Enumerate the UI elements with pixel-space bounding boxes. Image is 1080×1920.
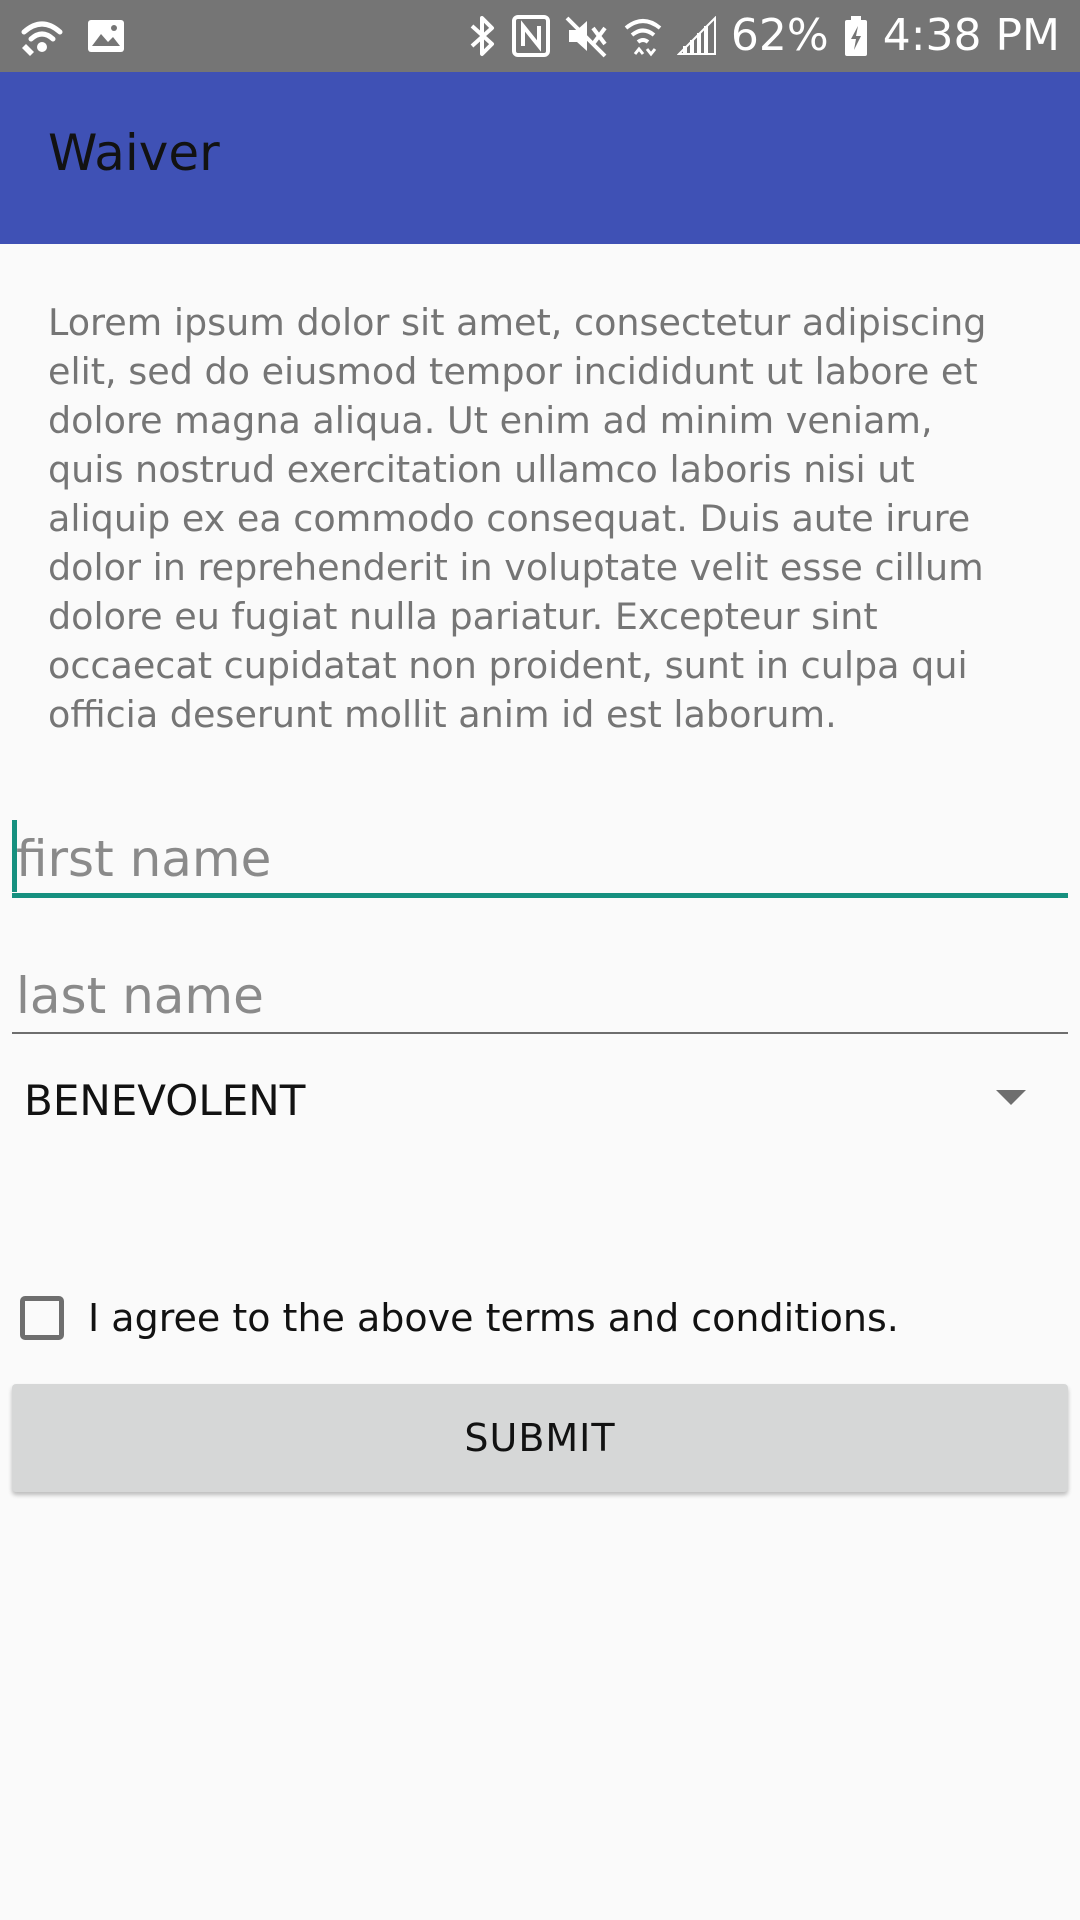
battery-charging-icon	[843, 14, 869, 58]
battery-percent: 62%	[730, 10, 829, 61]
status-bar: 62% 4:38 PM	[0, 0, 1080, 72]
last-name-input[interactable]	[12, 960, 1068, 1034]
nfc-icon	[511, 14, 551, 58]
clock: 4:38 PM	[882, 10, 1060, 61]
spinner-selected-value: BENEVOLENT	[24, 1076, 306, 1125]
bluetooth-icon	[467, 14, 497, 58]
text-cursor	[12, 820, 17, 892]
dropdown-arrow-icon	[996, 1090, 1026, 1105]
terms-checkbox-label: I agree to the above terms and condition…	[88, 1296, 899, 1340]
image-icon	[86, 18, 126, 54]
app-bar: Waiver	[0, 72, 1080, 244]
terms-agree-row[interactable]: I agree to the above terms and condition…	[20, 1290, 899, 1346]
status-left-icons	[20, 14, 126, 58]
submit-button[interactable]: SUBMIT	[12, 1384, 1068, 1492]
status-right-icons: 62% 4:38 PM	[467, 10, 1060, 62]
wifi-call-icon	[20, 14, 64, 58]
signal-icon	[676, 16, 717, 56]
first-name-input[interactable]	[12, 824, 1068, 898]
terms-checkbox[interactable]	[20, 1296, 64, 1340]
terms-text: Lorem ipsum dolor sit amet, consectetur …	[48, 301, 987, 736]
app-title: Waiver	[48, 124, 220, 182]
mute-icon	[565, 14, 609, 58]
wifi-icon	[623, 14, 663, 58]
type-spinner[interactable]: BENEVOLENT	[12, 1060, 1068, 1138]
